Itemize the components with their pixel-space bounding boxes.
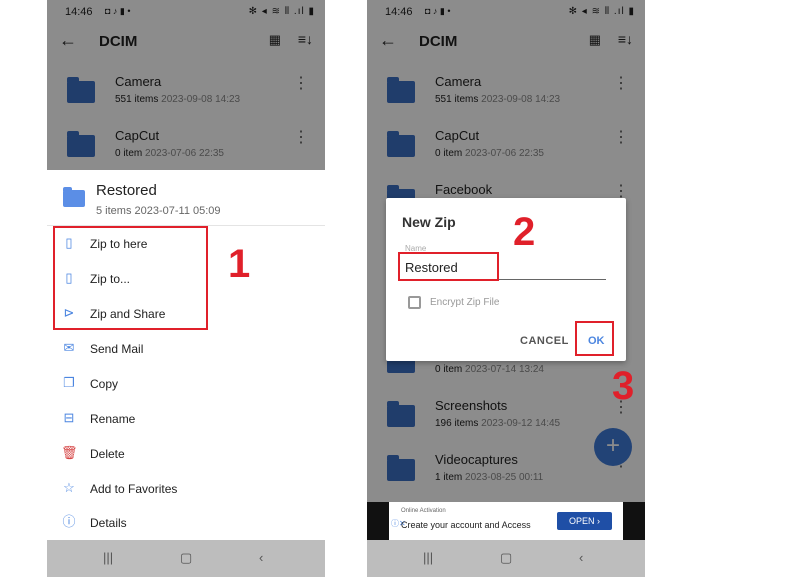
menu-item-label: Rename bbox=[90, 412, 136, 426]
highlight-box-ok-button bbox=[575, 321, 614, 356]
star-icon: ☆ bbox=[63, 480, 75, 495]
menu-item-add-to-favorites[interactable]: ☆ Add to Favorites bbox=[47, 475, 325, 505]
menu-item-copy[interactable]: ❐ Copy bbox=[47, 370, 325, 400]
dialog-title: New Zip bbox=[402, 214, 456, 230]
highlight-box-zip-options bbox=[53, 226, 208, 330]
ad-banner[interactable]: ⓘ✕ Online Activation Create your account… bbox=[367, 502, 645, 540]
sheet-title: Restored bbox=[96, 182, 157, 199]
ad-text: Create your account and Access bbox=[401, 520, 531, 530]
folder-icon bbox=[63, 187, 85, 207]
sheet-header: Restored 5 items 2023-07-11 05:09 bbox=[47, 170, 325, 226]
recents-icon[interactable]: ||| bbox=[103, 550, 113, 565]
menu-item-label: Delete bbox=[90, 447, 125, 461]
copy-icon: ❐ bbox=[63, 375, 75, 390]
trash-icon: 🗑 bbox=[61, 445, 78, 460]
menu-item-rename[interactable]: ⊟ Rename bbox=[47, 405, 325, 435]
info-icon: ⓘ bbox=[62, 514, 76, 529]
nav-back-icon[interactable]: ‹ bbox=[259, 550, 263, 565]
menu-item-send-mail[interactable]: ✉ Send Mail bbox=[47, 335, 325, 365]
encrypt-label: Encrypt Zip File bbox=[430, 297, 500, 308]
menu-item-delete[interactable]: 🗑 Delete bbox=[47, 440, 325, 470]
rename-icon: ⊟ bbox=[63, 410, 75, 425]
encrypt-checkbox[interactable] bbox=[408, 296, 421, 309]
highlight-box-name-field bbox=[398, 252, 499, 281]
step-number-2: 2 bbox=[513, 210, 536, 254]
cancel-button[interactable]: CANCEL bbox=[520, 335, 569, 347]
system-nav-bar: ||| ▢ ‹ bbox=[47, 540, 325, 577]
right-phone-screen: 14:46 ◘ ♪ ▮ • ✻ ◂ ≋ ⦀ .ıl ▮ ← DCIM ▦ ≡↓ … bbox=[367, 0, 645, 577]
nav-back-icon[interactable]: ‹ bbox=[579, 550, 583, 565]
ad-edge bbox=[367, 502, 389, 540]
step-number-1: 1 bbox=[228, 242, 251, 286]
menu-item-label: Send Mail bbox=[90, 342, 144, 356]
home-icon[interactable]: ▢ bbox=[500, 550, 512, 566]
menu-item-label: Copy bbox=[90, 377, 119, 391]
step-number-3: 3 bbox=[612, 364, 635, 408]
menu-item-label: Add to Favorites bbox=[90, 482, 178, 496]
sheet-meta: 5 items 2023-07-11 05:09 bbox=[96, 205, 221, 217]
recents-icon[interactable]: ||| bbox=[423, 550, 433, 565]
ad-open-button[interactable]: OPEN › bbox=[557, 512, 612, 530]
system-nav-bar: ||| ▢ ‹ bbox=[367, 540, 645, 577]
ad-edge bbox=[623, 502, 645, 540]
menu-item-details[interactable]: ⓘ Details bbox=[47, 509, 325, 539]
mail-icon: ✉ bbox=[63, 340, 75, 355]
ad-caption: Online Activation bbox=[401, 508, 446, 514]
home-icon[interactable]: ▢ bbox=[180, 550, 192, 566]
menu-item-label: Details bbox=[90, 516, 127, 530]
